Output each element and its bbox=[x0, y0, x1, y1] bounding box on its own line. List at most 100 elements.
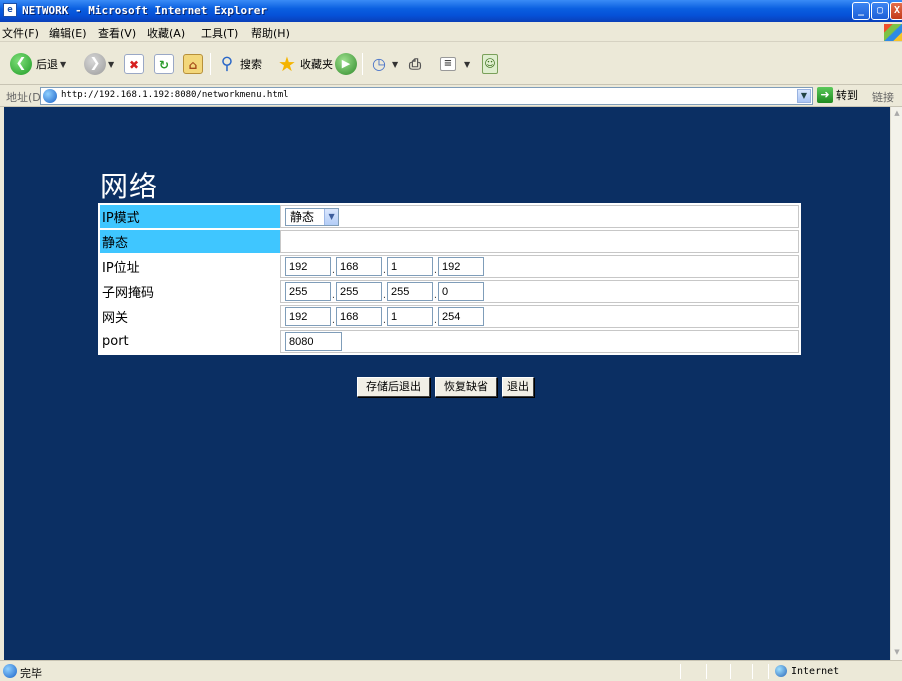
subnet-mask-octet-2[interactable] bbox=[336, 282, 382, 301]
address-input[interactable]: http://192.168.1.192:8080/networkmenu.ht… bbox=[40, 87, 813, 105]
history-icon: ◷ bbox=[372, 54, 386, 73]
restore-defaults-button[interactable]: 恢复缺省 bbox=[435, 377, 497, 397]
ie-page-icon bbox=[43, 89, 57, 103]
static-section-label: 静态 bbox=[100, 230, 280, 253]
vertical-scrollbar[interactable]: ▲ ▼ bbox=[890, 107, 902, 660]
menu-help[interactable]: 帮助(H) bbox=[251, 25, 290, 41]
maximize-button[interactable]: ▢ bbox=[871, 2, 889, 20]
go-label: 转到 bbox=[836, 89, 858, 102]
port-input[interactable] bbox=[285, 332, 342, 351]
title-bar: e NETWORK - Microsoft Internet Explorer … bbox=[0, 0, 902, 22]
ip-address-cell: ... bbox=[280, 255, 799, 278]
stop-button[interactable]: ✖ bbox=[124, 52, 144, 76]
windows-logo-icon bbox=[884, 24, 902, 41]
gateway-label: 网关 bbox=[102, 311, 129, 326]
ip-address-octet-1[interactable] bbox=[285, 257, 331, 276]
menu-bar: 文件(F) 编辑(E) 查看(V) 收藏(A) 工具(T) 帮助(H) bbox=[0, 22, 902, 42]
table-row: 子网掩码 ... bbox=[100, 280, 799, 303]
subnet-mask-octet-1[interactable] bbox=[285, 282, 331, 301]
status-separator bbox=[730, 664, 731, 679]
address-url[interactable]: http://192.168.1.192:8080/networkmenu.ht… bbox=[61, 90, 289, 100]
search-icon: ⚲ bbox=[220, 54, 234, 74]
edit-page-icon: ≡ bbox=[440, 57, 456, 71]
ip-mode-cell: 静态 ▼ bbox=[280, 205, 799, 228]
menu-tools[interactable]: 工具(T) bbox=[201, 25, 238, 41]
printer-icon: ⎙ bbox=[408, 55, 421, 73]
table-row: 静态 bbox=[100, 230, 799, 253]
toolbar: ❮ 后退 ▼ ❯ ▼ ✖ ↻ ⌂ ⚲ 搜索 ★ 收藏夹 ▶ ◷ ▼ ⎙ ≡ ▼ … bbox=[0, 43, 902, 85]
subnet-mask-octet-4[interactable] bbox=[438, 282, 484, 301]
address-bar: 地址(D) http://192.168.1.192:8080/networkm… bbox=[0, 85, 902, 107]
page-title: 网络 bbox=[100, 170, 159, 203]
ip-address-octet-4[interactable] bbox=[438, 257, 484, 276]
table-row: 网关 ... bbox=[100, 305, 799, 328]
table-row: port bbox=[100, 330, 799, 353]
media-icon: ▶ bbox=[335, 53, 357, 75]
status-separator bbox=[706, 664, 707, 679]
table-row: IP模式 静态 ▼ bbox=[100, 205, 799, 228]
status-separator bbox=[752, 664, 753, 679]
toolbar-separator bbox=[210, 53, 211, 75]
back-dropdown-icon[interactable]: ▼ bbox=[60, 60, 66, 69]
favorites-button[interactable]: ★ 收藏夹 bbox=[276, 52, 333, 76]
go-button[interactable]: ➜ 转到 bbox=[817, 87, 858, 103]
messenger-button[interactable]: ☺ bbox=[482, 52, 498, 76]
static-section-cell bbox=[280, 230, 799, 253]
table-row: IP位址 ... bbox=[100, 255, 799, 278]
window-title: NETWORK - Microsoft Internet Explorer bbox=[22, 4, 268, 17]
subnet-mask-octet-3[interactable] bbox=[387, 282, 433, 301]
menu-file[interactable]: 文件(F) bbox=[2, 25, 39, 41]
close-button[interactable]: X bbox=[890, 2, 902, 20]
media-button[interactable]: ▶ bbox=[335, 52, 357, 76]
toolbar-separator bbox=[362, 53, 363, 75]
menu-edit[interactable]: 编辑(E) bbox=[49, 25, 87, 41]
print-button[interactable]: ⎙ bbox=[404, 52, 426, 76]
status-bar: 完毕 Internet bbox=[0, 660, 902, 681]
form-button-row: 存储后退出 恢复缺省 退出 bbox=[357, 377, 534, 397]
menu-favorites[interactable]: 收藏(A) bbox=[147, 25, 185, 41]
links-button[interactable]: 链接 bbox=[872, 89, 894, 105]
page-done-icon bbox=[3, 664, 17, 678]
gateway-octet-1[interactable] bbox=[285, 307, 331, 326]
home-icon: ⌂ bbox=[183, 54, 203, 74]
menu-view[interactable]: 查看(V) bbox=[98, 25, 136, 41]
ip-mode-select[interactable]: 静态 ▼ bbox=[285, 207, 340, 226]
gateway-octet-4[interactable] bbox=[438, 307, 484, 326]
ip-address-octet-3[interactable] bbox=[387, 257, 433, 276]
forward-arrow-icon: ❯ bbox=[84, 53, 106, 75]
refresh-button[interactable]: ↻ bbox=[154, 52, 174, 76]
chevron-down-icon[interactable]: ▼ bbox=[324, 208, 339, 225]
network-settings-table: IP模式 静态 ▼ 静态 IP位址 ... 子网掩码 ... 网关 bbox=[98, 203, 801, 355]
subnet-mask-cell: ... bbox=[280, 280, 799, 303]
exit-button[interactable]: 退出 bbox=[502, 377, 534, 397]
messenger-icon: ☺ bbox=[482, 54, 498, 74]
zone-label: Internet bbox=[791, 665, 840, 677]
status-text: 完毕 bbox=[20, 667, 42, 680]
status-separator bbox=[768, 664, 769, 679]
subnet-mask-label: 子网掩码 bbox=[102, 286, 155, 301]
star-icon: ★ bbox=[278, 52, 296, 76]
back-arrow-icon: ❮ bbox=[10, 53, 32, 75]
history-dropdown-icon[interactable]: ▼ bbox=[392, 60, 398, 69]
gateway-cell: ... bbox=[280, 305, 799, 328]
scroll-down-icon[interactable]: ▼ bbox=[892, 648, 902, 658]
forward-dropdown-icon[interactable]: ▼ bbox=[108, 60, 114, 69]
scroll-up-icon[interactable]: ▲ bbox=[892, 109, 902, 119]
edit-dropdown-icon[interactable]: ▼ bbox=[464, 60, 470, 69]
back-label: 后退 bbox=[36, 58, 58, 71]
history-button[interactable]: ◷ ▼ bbox=[368, 52, 398, 76]
ip-address-octet-2[interactable] bbox=[336, 257, 382, 276]
stop-icon: ✖ bbox=[124, 54, 144, 74]
address-dropdown-icon[interactable]: ▼ bbox=[797, 89, 811, 103]
edit-button[interactable]: ≡ ▼ bbox=[440, 52, 470, 76]
gateway-octet-2[interactable] bbox=[336, 307, 382, 326]
save-and-exit-button[interactable]: 存储后退出 bbox=[357, 377, 430, 397]
gateway-octet-3[interactable] bbox=[387, 307, 433, 326]
ip-mode-label: IP模式 bbox=[100, 205, 280, 228]
forward-button[interactable]: ❯ ▼ bbox=[84, 52, 114, 76]
search-button[interactable]: ⚲ 搜索 bbox=[216, 52, 262, 76]
home-button[interactable]: ⌂ bbox=[183, 52, 203, 76]
minimize-button[interactable]: _ bbox=[852, 2, 870, 20]
globe-icon bbox=[775, 665, 787, 677]
back-button[interactable]: ❮ 后退 ▼ bbox=[10, 52, 66, 76]
